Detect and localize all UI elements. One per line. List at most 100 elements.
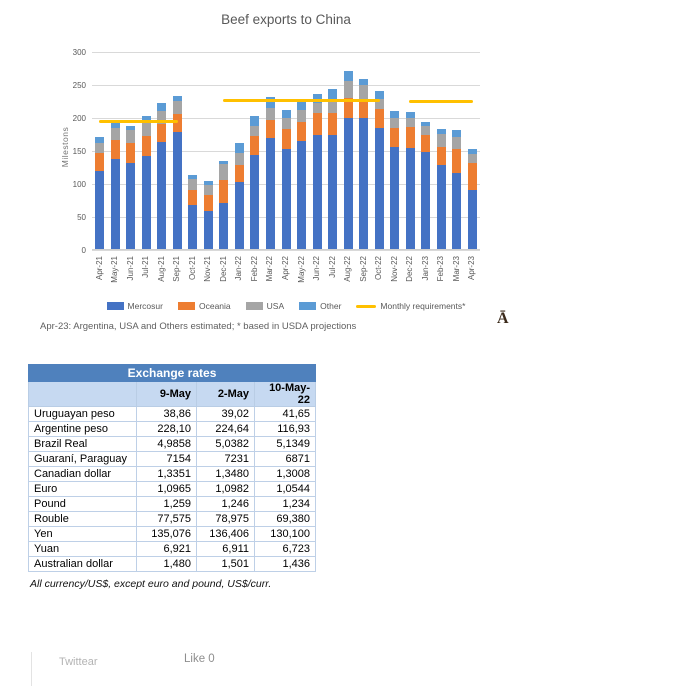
- bar-segment-mercosur: [188, 205, 197, 249]
- bottom-divider: [31, 652, 32, 686]
- bar-segment-oceania: [126, 143, 135, 163]
- bar-segment-oceania: [266, 120, 275, 138]
- rate-value-cell: 136,406: [197, 527, 255, 542]
- bar-segment-usa: [266, 108, 275, 120]
- bar-segment-oceania: [95, 153, 104, 171]
- x-axis-line: [92, 249, 480, 250]
- stacked-bar-jul-22: [328, 89, 337, 249]
- rate-value-cell: 135,076: [137, 527, 197, 542]
- stacked-bar-may-22: [297, 99, 306, 249]
- legend-item-mercosur: Mercosur: [107, 301, 163, 311]
- x-tick-label: Sep-22: [359, 256, 369, 292]
- stacked-bar-feb-23: [437, 129, 446, 249]
- rate-value-cell: 1,501: [197, 557, 255, 572]
- bar-segment-other: [375, 91, 384, 99]
- bar-segment-usa: [359, 85, 368, 98]
- bar-segment-mercosur: [266, 138, 275, 249]
- legend-label: Mercosur: [128, 301, 163, 311]
- bar-segment-mercosur: [344, 118, 353, 249]
- y-tick-label: 100: [56, 180, 86, 189]
- bar-segment-usa: [126, 130, 135, 143]
- like-button[interactable]: Like 0: [184, 653, 215, 665]
- currency-name-cell: Brazil Real: [29, 437, 137, 452]
- currency-name-cell: Guaraní, Paraguay: [29, 452, 137, 467]
- legend-label: USA: [267, 301, 284, 311]
- tweet-button[interactable]: Twittear: [59, 656, 98, 668]
- rate-value-cell: 1,234: [255, 497, 316, 512]
- bar-segment-mercosur: [375, 128, 384, 249]
- rate-value-cell: 224,64: [197, 422, 255, 437]
- x-tick-label: Aug-21: [157, 256, 167, 292]
- y-tick-label: 200: [56, 114, 86, 123]
- table-row: Canadian dollar1,33511,34801,3008: [29, 467, 316, 482]
- x-tick-label: Nov-21: [203, 256, 213, 292]
- bar-segment-other: [390, 111, 399, 118]
- currency-name-cell: Euro: [29, 482, 137, 497]
- bar-segment-mercosur: [111, 159, 120, 249]
- stacked-bar-may-21: [111, 122, 120, 249]
- x-tick-label: Aug-22: [343, 256, 353, 292]
- rate-value-cell: 1,0982: [197, 482, 255, 497]
- column-header: 9-May: [137, 382, 197, 407]
- stacked-bar-aug-21: [157, 103, 166, 249]
- currency-name-cell: Argentine peso: [29, 422, 137, 437]
- bar-segment-usa: [111, 128, 120, 141]
- currency-name-cell: Yuan: [29, 542, 137, 557]
- legend-label: Oceania: [199, 301, 231, 311]
- legend-label: Other: [320, 301, 341, 311]
- column-header: [29, 382, 137, 407]
- x-tick-label: Jan-22: [234, 256, 244, 292]
- bar-segment-oceania: [297, 122, 306, 141]
- stacked-bar-jul-21: [142, 116, 151, 249]
- bar-segment-other: [95, 137, 104, 144]
- bar-segment-usa: [188, 179, 197, 190]
- legend-swatch-icon: [246, 302, 263, 310]
- table-row: Pound1,2591,2461,234: [29, 497, 316, 512]
- bar-segment-usa: [219, 164, 228, 180]
- stacked-bar-dec-21: [219, 161, 228, 249]
- rate-value-cell: 6,723: [255, 542, 316, 557]
- bar-segment-oceania: [282, 129, 291, 149]
- bar-segment-other: [282, 110, 291, 117]
- rate-value-cell: 6,911: [197, 542, 255, 557]
- bar-segment-oceania: [250, 136, 259, 155]
- table-row: Argentine peso228,10224,64116,93: [29, 422, 316, 437]
- stacked-bar-feb-22: [250, 116, 259, 249]
- table-row: Rouble77,57578,97569,380: [29, 512, 316, 527]
- plot-area: [92, 52, 480, 250]
- x-tick-label: Mar-22: [265, 256, 275, 292]
- table-row: Uruguayan peso38,8639,0241,65: [29, 407, 316, 422]
- bar-segment-usa: [282, 118, 291, 129]
- table-row: Yuan6,9216,9116,723: [29, 542, 316, 557]
- stacked-bar-apr-21: [95, 137, 104, 249]
- table-row: Guaraní, Paraguay715472316871: [29, 452, 316, 467]
- bar-segment-usa: [204, 185, 213, 195]
- x-tick-label: May-22: [297, 256, 307, 292]
- x-tick-label: Feb-22: [250, 256, 260, 292]
- bar-segment-mercosur: [421, 152, 430, 249]
- stacked-bar-sep-22: [359, 79, 368, 249]
- stacked-bar-oct-22: [375, 91, 384, 249]
- bar-segment-other: [344, 71, 353, 82]
- table-row: Australian dollar1,4801,5011,436: [29, 557, 316, 572]
- bar-segment-mercosur: [219, 203, 228, 249]
- bar-segment-oceania: [437, 147, 446, 165]
- rate-value-cell: 7231: [197, 452, 255, 467]
- page: Beef exports to China Milestons 05010015…: [0, 0, 680, 686]
- bar-segment-usa: [344, 81, 353, 98]
- stacked-bar-jun-22: [313, 94, 322, 249]
- bar-segment-other: [250, 116, 259, 125]
- bar-segment-mercosur: [235, 182, 244, 249]
- bar-segment-usa: [421, 126, 430, 135]
- bar-segment-mercosur: [142, 156, 151, 249]
- bar-segment-oceania: [204, 195, 213, 212]
- stacked-bar-apr-22: [282, 110, 291, 249]
- rate-value-cell: 77,575: [137, 512, 197, 527]
- currency-name-cell: Pound: [29, 497, 137, 512]
- bar-segment-oceania: [142, 136, 151, 156]
- rate-value-cell: 228,10: [137, 422, 197, 437]
- stacked-bar-mar-23: [452, 130, 461, 249]
- rate-value-cell: 116,93: [255, 422, 316, 437]
- gridline: [92, 250, 480, 251]
- x-tick-label: Jan-23: [421, 256, 431, 292]
